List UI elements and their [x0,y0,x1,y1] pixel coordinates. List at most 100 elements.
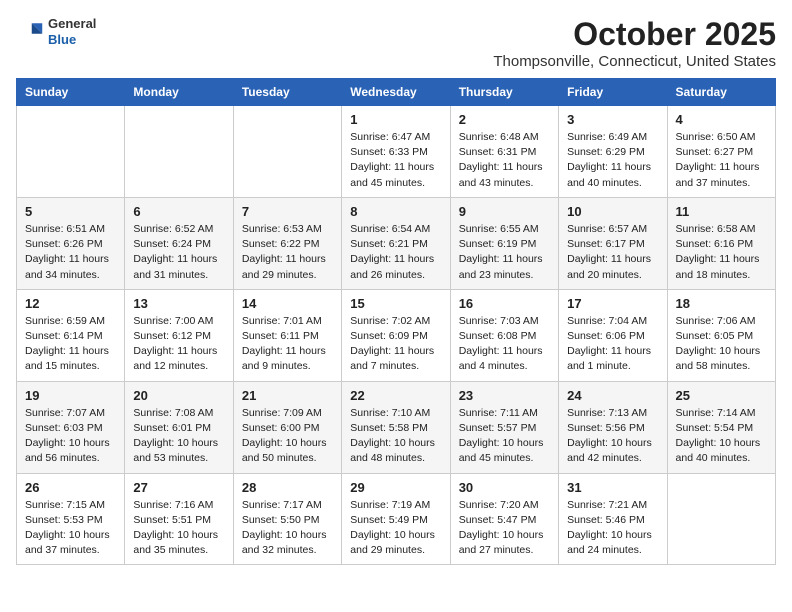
day-cell-4-5: 23 Sunrise: 7:11 AM Sunset: 5:57 PM Dayli… [450,381,558,473]
day-info: Sunrise: 7:09 AM Sunset: 6:00 PM Dayligh… [242,406,333,467]
week-row-2: 5Sunrise: 6:51 AM Sunset: 6:26 PM Daylig… [17,197,776,289]
day-number: 27 [133,480,224,495]
day-cell-2-1: 5Sunrise: 6:51 AM Sunset: 6:26 PM Daylig… [17,197,125,289]
day-cell-3-4: 15 Sunrise: 7:02 AM Sunset: 6:09 PM Dayli… [342,289,450,381]
day-number: 16 [459,296,550,311]
day-cell-4-1: 19Sunrise: 7:07 AM Sunset: 6:03 PM Dayli… [17,381,125,473]
day-number: 26 [25,480,116,495]
day-number: 3 [567,112,658,127]
day-cell-3-3: 14 Sunrise: 7:01 AM Sunset: 6:11 PM Dayli… [233,289,341,381]
day-cell-4-2: 20 Sunrise: 7:08 AM Sunset: 6:01 PM Dayli… [125,381,233,473]
day-number: 22 [350,388,441,403]
day-number: 19 [25,388,116,403]
day-number: 18 [676,296,767,311]
day-info: Sunrise: 7:15 AM Sunset: 5:53 PM Dayligh… [25,498,116,559]
day-cell-3-1: 12Sunrise: 6:59 AM Sunset: 6:14 PM Dayli… [17,289,125,381]
day-cell-4-7: 25Sunrise: 7:14 AM Sunset: 5:54 PM Dayli… [667,381,775,473]
day-cell-1-4: 1 Sunrise: 6:47 AM Sunset: 6:33 PM Daylig… [342,106,450,198]
day-cell-2-4: 8 Sunrise: 6:54 AM Sunset: 6:21 PM Daylig… [342,197,450,289]
day-number: 14 [242,296,333,311]
day-number: 10 [567,204,658,219]
day-info: Sunrise: 7:11 AM Sunset: 5:57 PM Dayligh… [459,406,550,467]
calendar-table: Sunday Monday Tuesday Wednesday Thursday… [16,78,776,565]
day-info: Sunrise: 7:19 AM Sunset: 5:49 PM Dayligh… [350,498,441,559]
logo-general-text: General [48,16,96,32]
day-cell-5-4: 29 Sunrise: 7:19 AM Sunset: 5:49 PM Dayli… [342,473,450,565]
day-cell-3-2: 13 Sunrise: 7:00 AM Sunset: 6:12 PM Dayli… [125,289,233,381]
col-monday: Monday [125,79,233,106]
header-row: Sunday Monday Tuesday Wednesday Thursday… [17,79,776,106]
day-cell-1-6: 3 Sunrise: 6:49 AM Sunset: 6:29 PM Daylig… [559,106,667,198]
title-block: October 2025 Thompsonville, Connecticut,… [493,16,776,70]
day-number: 23 [459,388,550,403]
page-header: General Blue October 2025 Thompsonville,… [16,16,776,70]
day-cell-1-1 [17,106,125,198]
day-cell-2-5: 9 Sunrise: 6:55 AM Sunset: 6:19 PM Daylig… [450,197,558,289]
day-info: Sunrise: 6:49 AM Sunset: 6:29 PM Dayligh… [567,130,658,191]
day-cell-2-6: 10 Sunrise: 6:57 AM Sunset: 6:17 PM Dayli… [559,197,667,289]
day-info: Sunrise: 6:48 AM Sunset: 6:31 PM Dayligh… [459,130,550,191]
day-info: Sunrise: 7:21 AM Sunset: 5:46 PM Dayligh… [567,498,658,559]
day-cell-4-3: 21 Sunrise: 7:09 AM Sunset: 6:00 PM Dayli… [233,381,341,473]
day-number: 1 [350,112,441,127]
day-number: 5 [25,204,116,219]
day-cell-5-7 [667,473,775,565]
week-row-5: 26 Sunrise: 7:15 AM Sunset: 5:53 PM Dayli… [17,473,776,565]
day-info: Sunrise: 6:54 AM Sunset: 6:21 PM Dayligh… [350,222,441,283]
day-cell-4-4: 22Sunrise: 7:10 AM Sunset: 5:58 PM Dayli… [342,381,450,473]
day-info: Sunrise: 6:59 AM Sunset: 6:14 PM Dayligh… [25,314,116,375]
day-cell-1-3 [233,106,341,198]
logo: General Blue [16,16,96,47]
day-info: Sunrise: 7:08 AM Sunset: 6:01 PM Dayligh… [133,406,224,467]
day-info: Sunrise: 7:02 AM Sunset: 6:09 PM Dayligh… [350,314,441,375]
day-info: Sunrise: 6:58 AM Sunset: 6:16 PM Dayligh… [676,222,767,283]
week-row-4: 19Sunrise: 7:07 AM Sunset: 6:03 PM Dayli… [17,381,776,473]
day-info: Sunrise: 6:57 AM Sunset: 6:17 PM Dayligh… [567,222,658,283]
day-cell-4-6: 24Sunrise: 7:13 AM Sunset: 5:56 PM Dayli… [559,381,667,473]
day-info: Sunrise: 6:47 AM Sunset: 6:33 PM Dayligh… [350,130,441,191]
day-number: 2 [459,112,550,127]
day-info: Sunrise: 7:17 AM Sunset: 5:50 PM Dayligh… [242,498,333,559]
col-sunday: Sunday [17,79,125,106]
day-number: 28 [242,480,333,495]
day-number: 6 [133,204,224,219]
day-cell-3-6: 17Sunrise: 7:04 AM Sunset: 6:06 PM Dayli… [559,289,667,381]
day-info: Sunrise: 7:06 AM Sunset: 6:05 PM Dayligh… [676,314,767,375]
col-tuesday: Tuesday [233,79,341,106]
week-row-3: 12Sunrise: 6:59 AM Sunset: 6:14 PM Dayli… [17,289,776,381]
col-wednesday: Wednesday [342,79,450,106]
day-info: Sunrise: 7:00 AM Sunset: 6:12 PM Dayligh… [133,314,224,375]
day-info: Sunrise: 7:14 AM Sunset: 5:54 PM Dayligh… [676,406,767,467]
col-thursday: Thursday [450,79,558,106]
day-cell-1-2 [125,106,233,198]
day-info: Sunrise: 7:16 AM Sunset: 5:51 PM Dayligh… [133,498,224,559]
day-info: Sunrise: 7:01 AM Sunset: 6:11 PM Dayligh… [242,314,333,375]
col-saturday: Saturday [667,79,775,106]
day-info: Sunrise: 7:04 AM Sunset: 6:06 PM Dayligh… [567,314,658,375]
month-title: October 2025 [493,16,776,53]
logo-blue-text: Blue [48,32,96,48]
day-number: 20 [133,388,224,403]
day-number: 15 [350,296,441,311]
day-cell-1-7: 4Sunrise: 6:50 AM Sunset: 6:27 PM Daylig… [667,106,775,198]
day-cell-5-3: 28 Sunrise: 7:17 AM Sunset: 5:50 PM Dayli… [233,473,341,565]
day-number: 31 [567,480,658,495]
day-number: 8 [350,204,441,219]
day-info: Sunrise: 6:52 AM Sunset: 6:24 PM Dayligh… [133,222,224,283]
day-cell-2-7: 11Sunrise: 6:58 AM Sunset: 6:16 PM Dayli… [667,197,775,289]
day-number: 30 [459,480,550,495]
location-subtitle: Thompsonville, Connecticut, United State… [493,53,776,70]
day-cell-3-5: 16Sunrise: 7:03 AM Sunset: 6:08 PM Dayli… [450,289,558,381]
day-cell-5-5: 30 Sunrise: 7:20 AM Sunset: 5:47 PM Dayli… [450,473,558,565]
day-cell-5-6: 31 Sunrise: 7:21 AM Sunset: 5:46 PM Dayli… [559,473,667,565]
day-number: 13 [133,296,224,311]
calendar-body: 1 Sunrise: 6:47 AM Sunset: 6:33 PM Daylig… [17,106,776,565]
day-number: 7 [242,204,333,219]
day-info: Sunrise: 6:55 AM Sunset: 6:19 PM Dayligh… [459,222,550,283]
day-info: Sunrise: 7:20 AM Sunset: 5:47 PM Dayligh… [459,498,550,559]
day-number: 29 [350,480,441,495]
day-cell-1-5: 2 Sunrise: 6:48 AM Sunset: 6:31 PM Daylig… [450,106,558,198]
day-info: Sunrise: 6:53 AM Sunset: 6:22 PM Dayligh… [242,222,333,283]
day-number: 21 [242,388,333,403]
day-number: 9 [459,204,550,219]
